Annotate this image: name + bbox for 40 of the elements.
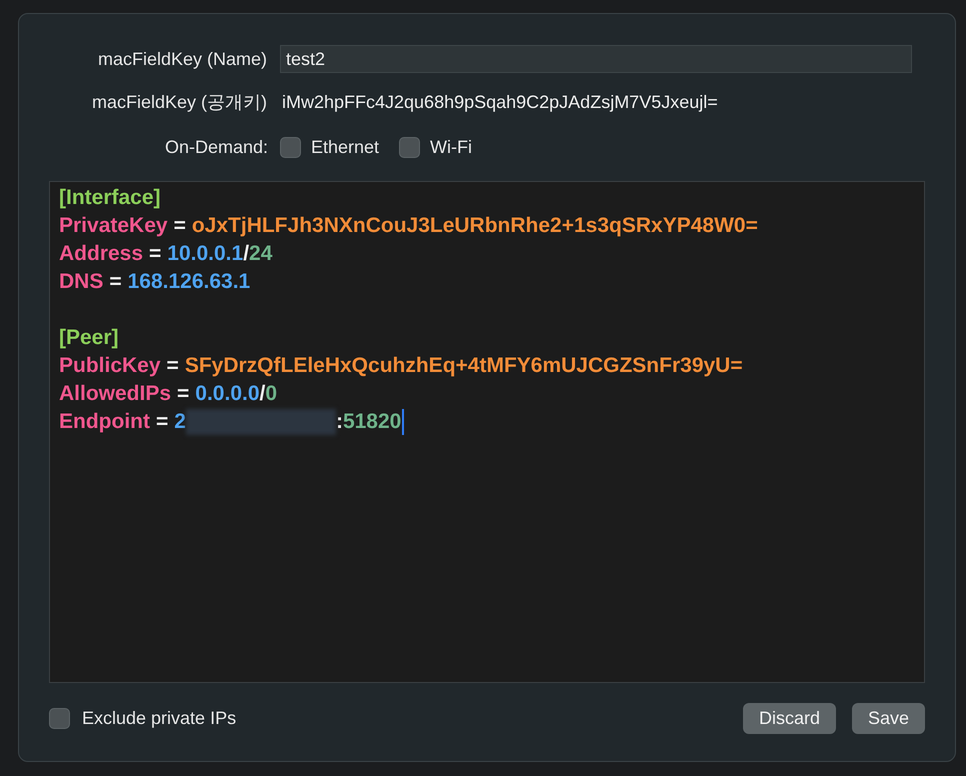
checkbox-label: Ethernet (311, 136, 380, 158)
config-value: SFyDrzQfLEleHxQcuhzhEq+4tMFY6mUJCGZSnFr39yU= (184, 353, 743, 379)
field-label: macFieldKey (공개키) (90, 90, 268, 114)
config-value: : (336, 409, 343, 435)
config-value: 24 (249, 241, 272, 267)
equals-sign: = (166, 353, 179, 379)
checkbox[interactable] (399, 136, 420, 158)
section-header: [Peer] (59, 325, 119, 351)
config-key: Address (59, 240, 144, 268)
equals-sign: = (109, 269, 122, 295)
config-editor[interactable] (49, 181, 925, 683)
public-key-value: iMw2hpFFc4J2qu68h9pSqah9C2pJAdZsjM7V5Jxeujl= (281, 90, 718, 114)
config-value: 51820 (342, 409, 402, 435)
config-value: 0 (265, 381, 278, 407)
config-value: oJxTjHLFJh3NXnCouJ3LeURbnRhe2+1s3qSRxYP48W0= (192, 213, 758, 239)
config-value: 0.0.0.0 (195, 381, 260, 407)
checkbox-label: Exclude private IPs (82, 707, 236, 730)
config-key: AllowedIPs (59, 380, 172, 408)
name-field[interactable]: test2 (280, 45, 912, 73)
section-header: [Interface] (59, 185, 161, 211)
equals-sign: = (156, 409, 168, 435)
checkbox[interactable] (280, 136, 301, 158)
checkbox-label: Wi-Fi (430, 136, 472, 158)
config-value: 2 (174, 409, 186, 435)
field-label: On-Demand: (164, 136, 269, 158)
config-key: Endpoint (59, 408, 150, 436)
config-value: / (243, 241, 250, 267)
save-button[interactable]: Save (852, 703, 925, 734)
equals-sign: = (177, 381, 190, 407)
config-value: 168.126.63.1 (128, 269, 250, 295)
config-key: DNS (59, 268, 104, 296)
checkbox[interactable] (49, 708, 70, 729)
config-key: PrivateKey (59, 212, 168, 240)
discard-button[interactable]: Discard (742, 703, 836, 734)
config-value: 10.0.0.1 (167, 241, 244, 267)
field-label: macFieldKey (Name) (96, 48, 268, 71)
equals-sign: = (149, 241, 162, 267)
equals-sign: = (174, 213, 186, 239)
config-key: PublicKey (59, 352, 161, 380)
config-value: / (260, 381, 266, 407)
